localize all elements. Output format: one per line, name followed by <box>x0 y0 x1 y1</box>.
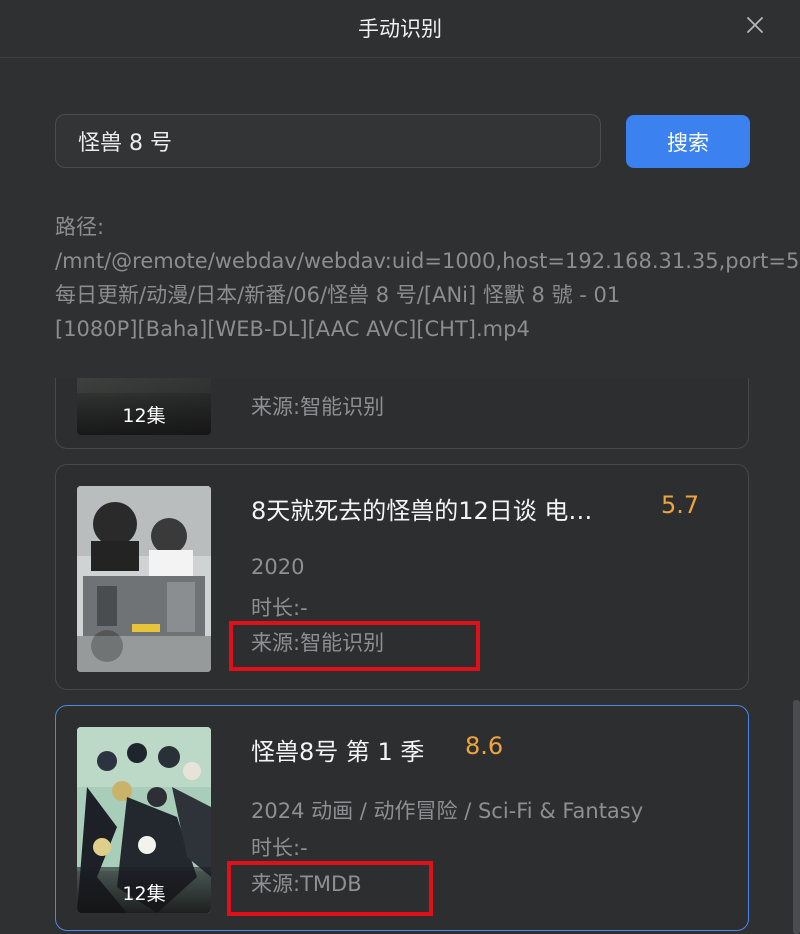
dialog-title: 手动识别 <box>358 17 442 41</box>
result-rating: 8.6 <box>465 732 504 760</box>
poster-image: 12集 <box>77 727 211 913</box>
path-line: 每日更新/动漫/日本/新番/06/怪兽 8 号/[ANi] 怪獸 8 號 - 0… <box>55 283 621 307</box>
result-duration: 时长:- <box>251 596 308 620</box>
poster-image <box>77 486 211 672</box>
search-button[interactable]: 搜索 <box>626 115 750 168</box>
dialog-header: 手动识别 <box>0 0 800 58</box>
path-line: [1080P][Baha][WEB-DL][AAC AVC][CHT].mp4 <box>55 317 530 341</box>
path-line: /mnt/@remote/webdav/webdav:uid=1000,host… <box>55 249 800 273</box>
episode-badge: 12集 <box>77 393 211 435</box>
result-rating: 5.7 <box>661 491 700 519</box>
scrollbar[interactable] <box>793 700 800 934</box>
result-source: 来源:智能识别 <box>251 395 385 419</box>
result-year: 2020 <box>251 555 305 579</box>
path-label: 路径: <box>55 215 105 239</box>
poster-image: 12集 <box>77 378 211 435</box>
file-path: 路径: /mnt/@remote/webdav/webdav:uid=1000,… <box>55 210 800 346</box>
result-title: 怪兽8号 第 1 季 <box>251 738 425 766</box>
close-icon[interactable] <box>746 16 764 34</box>
highlight-box <box>227 861 433 916</box>
result-list: 12集 来源:智能识别 8天就死去的怪兽的12日谈 电… 5.7 2020 时长… <box>0 378 800 934</box>
result-duration: 时长:- <box>251 836 308 860</box>
highlight-box <box>229 621 480 671</box>
result-card[interactable]: 12集 来源:智能识别 <box>55 378 749 449</box>
search-input[interactable] <box>55 114 601 168</box>
result-info: 2024 动画 / 动作冒险 / Sci-Fi & Fantasy <box>251 799 644 823</box>
episode-badge: 12集 <box>77 871 211 913</box>
result-title: 8天就死去的怪兽的12日谈 电… <box>251 497 593 525</box>
